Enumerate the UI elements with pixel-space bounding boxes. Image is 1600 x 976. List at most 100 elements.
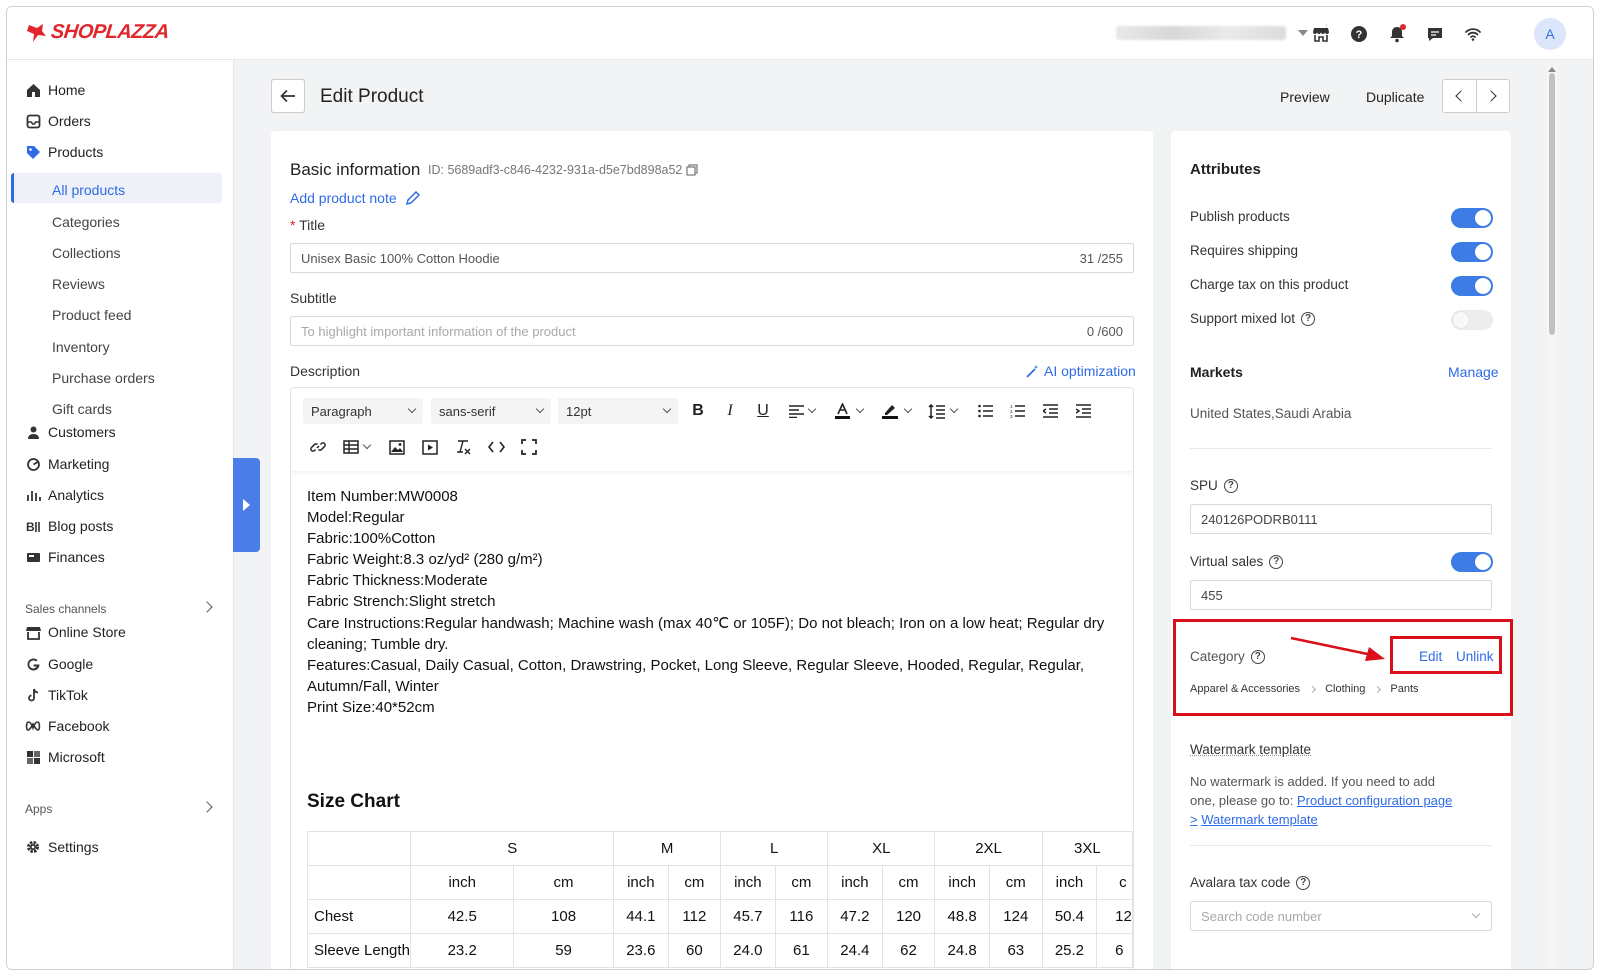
wifi-icon[interactable] (1462, 23, 1484, 45)
table-cell (306, 865, 412, 900)
description-content[interactable]: Item Number:MW0008 Model:Regular Fabric:… (307, 486, 1117, 718)
numbered-list-button[interactable]: 123 (1006, 400, 1028, 422)
store-selector[interactable] (1116, 24, 1316, 42)
scroll-thumb[interactable] (1549, 73, 1555, 335)
sidebar-sub-reviews[interactable]: Reviews (52, 276, 105, 292)
duplicate-button[interactable]: Duplicate (1366, 89, 1424, 105)
fullscreen-button[interactable] (518, 436, 540, 458)
ai-optimization-button[interactable]: AI optimization (1025, 363, 1136, 379)
sidebar-sub-all-products[interactable]: All products (52, 182, 125, 198)
help-icon[interactable]: ? (1223, 478, 1238, 493)
table-button[interactable] (340, 436, 362, 458)
sidebar-collapse-toggle[interactable] (233, 458, 260, 552)
virtual-sales-toggle[interactable] (1451, 552, 1493, 572)
unit-header: cm (667, 865, 722, 900)
sidebar-sub-gift-cards[interactable]: Gift cards (52, 401, 112, 417)
font-family-select[interactable]: sans-serif (431, 398, 551, 424)
virtual-sales-label: Virtual sales? (1190, 554, 1284, 569)
sidebar-sub-product-feed[interactable]: Product feed (52, 307, 131, 323)
avalara-label: Avalara tax code? (1190, 875, 1311, 890)
product-pager (1442, 79, 1510, 113)
source-code-button[interactable] (485, 436, 507, 458)
add-product-note-link[interactable]: Add product note (290, 190, 420, 206)
highlight-color-button[interactable] (879, 400, 901, 422)
subtitle-input[interactable]: To highlight important information of th… (290, 316, 1134, 346)
outdent-button[interactable] (1039, 400, 1061, 422)
block-format-value: Paragraph (311, 403, 372, 419)
help-icon[interactable]: ? (1296, 875, 1311, 890)
image-button[interactable] (386, 436, 408, 458)
underline-button[interactable]: U (752, 400, 774, 422)
chevron-down-icon[interactable] (807, 404, 817, 414)
help-icon[interactable]: ? (1269, 554, 1284, 569)
sidebar-sub-categories[interactable]: Categories (52, 214, 120, 230)
sidebar-item-settings[interactable]: Settings (7, 833, 227, 861)
previous-product-button[interactable] (1443, 80, 1477, 112)
back-button[interactable] (271, 79, 305, 113)
sidebar-item-analytics[interactable]: Analytics (7, 481, 227, 509)
table-cell: 61 (774, 933, 829, 968)
logo[interactable]: SHOPLAZZA (25, 21, 170, 44)
avatar[interactable]: A (1534, 18, 1566, 50)
sidebar-item-finances[interactable]: Finances (7, 543, 227, 571)
sidebar-sub-inventory[interactable]: Inventory (52, 339, 110, 355)
sidebar-item-products[interactable]: Products (7, 138, 227, 166)
charge-tax-toggle[interactable] (1451, 276, 1493, 296)
virtual-sales-input[interactable]: 455 (1190, 580, 1492, 610)
copy-icon[interactable] (686, 164, 698, 176)
spu-input[interactable]: 240126PODRB0111 (1190, 504, 1492, 534)
sidebar-item-label: Settings (48, 839, 99, 855)
sidebar-item-blog-posts[interactable]: B Blog posts (7, 512, 227, 540)
next-product-button[interactable] (1477, 80, 1510, 112)
link-button[interactable] (307, 436, 329, 458)
sidebar-item-google[interactable]: Google (7, 650, 227, 678)
sidebar-sub-collections[interactable]: Collections (52, 245, 120, 261)
chevron-right-icon[interactable] (201, 601, 213, 613)
table-cell (306, 831, 412, 866)
page-scrollbar[interactable] (1547, 67, 1557, 967)
table-icon (343, 440, 359, 454)
text-color-button[interactable] (831, 400, 853, 422)
sidebar-item-microsoft[interactable]: Microsoft (7, 743, 227, 771)
sidebar-item-facebook[interactable]: Facebook (7, 712, 227, 740)
help-icon[interactable]: ? (1348, 23, 1370, 45)
manage-markets-link[interactable]: Manage (1448, 364, 1499, 380)
font-size-select[interactable]: 12pt (558, 398, 678, 424)
chevron-down-icon[interactable] (949, 404, 959, 414)
publish-products-toggle[interactable] (1451, 208, 1493, 228)
preview-button[interactable]: Preview (1280, 89, 1330, 105)
requires-shipping-toggle[interactable] (1451, 242, 1493, 262)
table-cell: 120 (881, 899, 936, 934)
title-input[interactable]: Unisex Basic 100% Cotton Hoodie 31 /255 (290, 243, 1134, 273)
avalara-tax-code-select[interactable]: Search code number (1190, 901, 1492, 931)
description-editor[interactable]: Paragraph sans-serif 12pt B I U 123 Item… (290, 387, 1134, 969)
support-mixed-lot-toggle[interactable] (1451, 310, 1493, 330)
bell-icon[interactable] (1386, 23, 1408, 45)
table-cell: 108 (512, 899, 615, 934)
indent-button[interactable] (1072, 400, 1094, 422)
sidebar-item-online-store[interactable]: Online Store (7, 618, 227, 646)
line-height-button[interactable] (925, 400, 947, 422)
sidebar-item-home[interactable]: Home (7, 76, 227, 104)
chevron-down-icon[interactable] (903, 404, 913, 414)
sidebar-sub-purchase-orders[interactable]: Purchase orders (52, 370, 155, 386)
block-format-select[interactable]: Paragraph (303, 398, 423, 424)
bullet-list-button[interactable] (974, 400, 996, 422)
help-icon[interactable]: ? (1301, 311, 1316, 326)
sidebar-item-customers[interactable]: Customers (7, 418, 227, 446)
chevron-down-icon[interactable] (855, 404, 865, 414)
clear-formatting-button[interactable] (452, 436, 474, 458)
bold-button[interactable]: B (687, 400, 709, 422)
chevron-right-icon[interactable] (201, 801, 213, 813)
italic-button[interactable]: I (719, 400, 741, 422)
sidebar-item-marketing[interactable]: Marketing (7, 450, 227, 478)
chevron-down-icon[interactable] (362, 440, 372, 450)
align-button[interactable] (785, 400, 807, 422)
video-button[interactable] (419, 436, 441, 458)
sidebar-item-tiktok[interactable]: TikTok (7, 681, 227, 709)
sidebar-item-orders[interactable]: Orders (7, 107, 227, 135)
message-icon[interactable] (1424, 23, 1446, 45)
store-icon[interactable] (1310, 23, 1332, 45)
scroll-up-icon[interactable] (1548, 67, 1556, 72)
watermark-template-link[interactable]: Watermark template (1201, 812, 1318, 827)
